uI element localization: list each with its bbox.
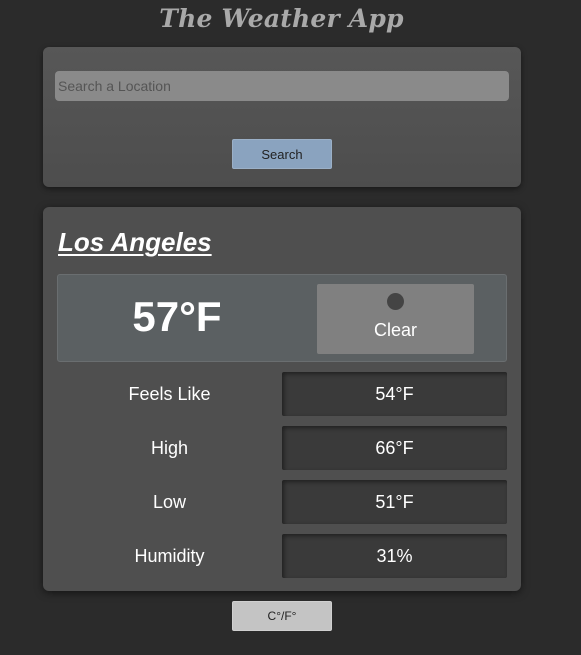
stat-value: 51°F [282,480,507,524]
stat-value: 31% [282,534,507,578]
stat-value: 66°F [282,426,507,470]
current-temperature: 57°F [132,293,222,340]
app-title: The Weather App [159,4,404,33]
city-name: Los Angeles [58,227,212,257]
stat-label: High [150,438,189,458]
current-conditions-panel: 57°F Clear [57,274,507,362]
stat-row-feels-like: Feels Like 54°F [43,372,521,416]
stat-row-humidity: Humidity 31% [43,534,521,578]
stat-label: Feels Like [128,384,211,404]
unit-toggle-button[interactable]: C°/F° [232,601,332,631]
stat-label: Humidity [134,546,205,566]
stat-row-high: High 66°F [43,426,521,470]
condition-box: Clear [317,284,474,354]
weather-card: Los Angeles 57°F Clear Feels Like 54°F H… [43,207,521,591]
search-button[interactable]: Search [232,139,332,169]
weather-condition-icon [387,293,404,310]
stat-value: 54°F [282,372,507,416]
stat-label: Low [152,492,187,512]
stat-row-low: Low 51°F [43,480,521,524]
condition-label: Clear [373,320,417,340]
search-input[interactable] [55,71,509,101]
search-card: Search [43,47,521,187]
